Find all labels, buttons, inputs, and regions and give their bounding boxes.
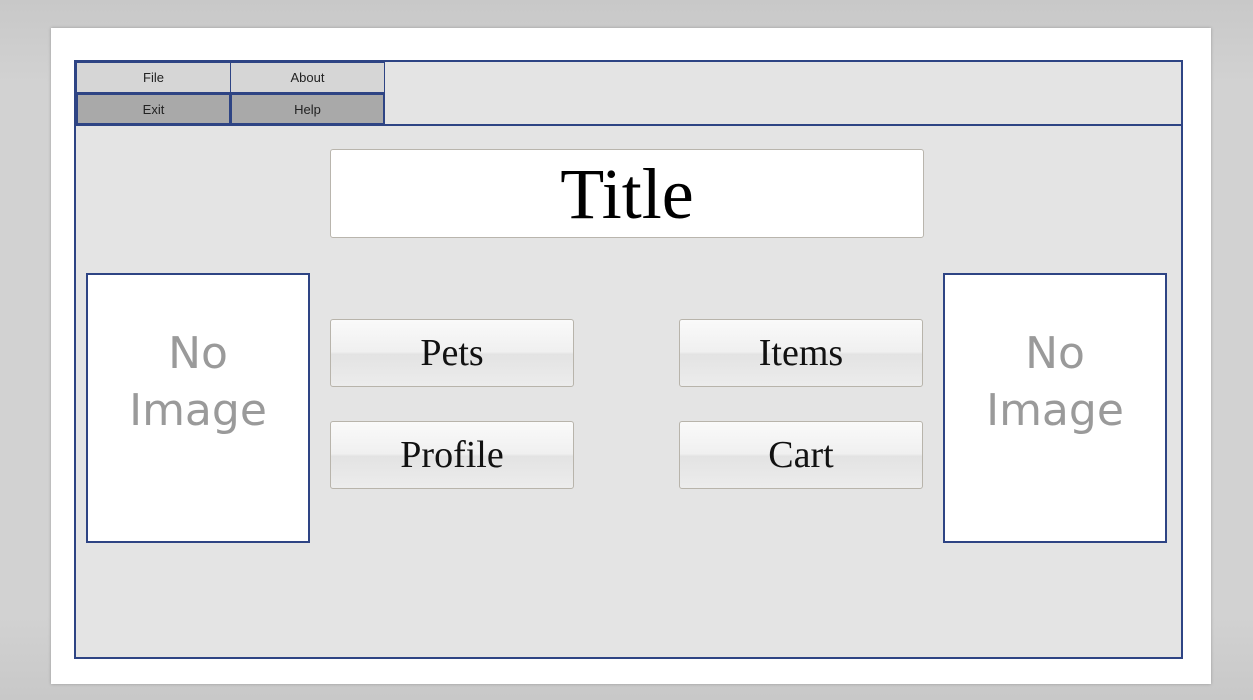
help-menu-button[interactable]: Help [230,93,385,125]
menu-bar: File About Exit Help [76,62,1181,126]
items-button[interactable]: Items [679,319,923,387]
profile-button[interactable]: Profile [330,421,574,489]
cart-button[interactable]: Cart [679,421,923,489]
page-title: Title [330,149,924,238]
mockup-canvas: File About Exit Help Title No Image No I… [51,28,1211,684]
pets-button[interactable]: Pets [330,319,574,387]
right-image-placeholder: No Image [943,273,1167,543]
left-image-placeholder: No Image [86,273,310,543]
exit-menu-button[interactable]: Exit [76,93,231,125]
file-menu-button[interactable]: File [76,62,231,93]
left-no-image-text: No Image [129,328,267,436]
about-menu-button[interactable]: About [230,62,385,93]
right-no-image-text: No Image [986,328,1124,436]
app-window: File About Exit Help Title No Image No I… [74,60,1183,659]
